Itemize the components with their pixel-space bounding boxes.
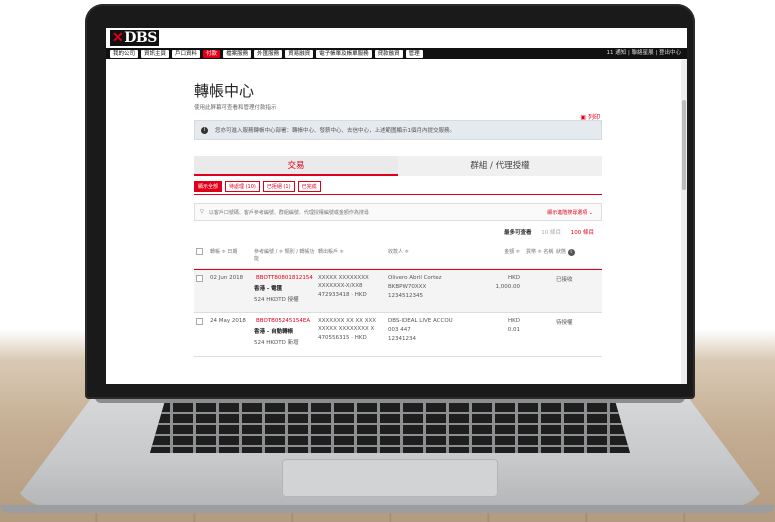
page-size-10[interactable]: 10 條目 (541, 230, 561, 236)
col-currency[interactable]: 貨幣 ≑ 名稱 (524, 248, 554, 268)
menu-item[interactable]: 貸款融資 (374, 49, 403, 58)
scrollbar-thumb[interactable] (682, 100, 686, 190)
menu-item[interactable]: 貿易融資 (285, 49, 314, 58)
subtab-pending[interactable]: 待處理 (10) (225, 181, 260, 192)
search-filter[interactable]: ▽ 以客戶口號碼、客戶參考編號、群組編號、代理授權編號或金額作為搜尋 顯示進階搜… (194, 203, 602, 221)
table-row[interactable]: 02 Jun 2018 BBOTT80801812154 香港 - 電匯 524 HK… (194, 269, 602, 313)
main-menu: 我的公司 資訊主頁 戶口資料 付款 檔案服務 外匯服務 貿易融資 電子帳單及帳單服務 貸款融資管… (106, 48, 687, 59)
row-checkbox[interactable] (196, 275, 203, 282)
page-size-100[interactable]: 100 條目 (571, 230, 594, 236)
info-icon[interactable]: i (567, 249, 575, 256)
menu-item[interactable]: 檔案服務 (223, 49, 252, 58)
menu-item[interactable]: 我的公司 (110, 49, 139, 58)
cell-type: 香港 - 自動轉帳 (254, 329, 294, 335)
col-reference[interactable]: 參考編號 / ≑ 類別 / 轉帳功能 (252, 248, 316, 268)
tab-transactions[interactable]: 交易 (194, 156, 398, 176)
dbs-logo: ✕DBS (110, 30, 159, 46)
reference-link[interactable]: BBOTB05245154EA (254, 318, 316, 324)
menu-item[interactable]: 電子帳單及帳單服務 (316, 49, 372, 58)
subtab-all[interactable]: 顯示全部 (194, 181, 223, 192)
advanced-search-link[interactable]: 顯示進階搜尋選項 ⌄ (547, 209, 593, 216)
cell-type: 香港 - 電匯 (254, 286, 283, 292)
status-badge: 已接收 (556, 277, 573, 283)
page-title: 轉帳中心 (194, 82, 255, 100)
keyboard (150, 403, 630, 453)
col-date[interactable]: 轉帳 ≑ 日期 (208, 248, 252, 268)
menu-item[interactable]: 付款 (203, 49, 221, 58)
search-input[interactable]: 以客戶口號碼、客戶參考編號、群組編號、代理授權編號或金額作為搜尋 (209, 209, 369, 216)
page-subtitle: 使用此屏幕可查看和管理付款指示 (194, 105, 277, 111)
info-text: 您亦可進入服務轉帳中心部署：轉帳中心、發薪中心、去信中心，上述範圍顯示1個月內提… (215, 128, 456, 134)
col-payee[interactable]: 收款人 ≑ (386, 248, 466, 268)
filter-icon: ▽ (200, 209, 204, 215)
main-tabs: 交易 群組 / 代理授權 (194, 156, 602, 176)
menu-item[interactable]: 外匯服務 (254, 49, 283, 58)
printer-icon: ▣ (580, 114, 588, 121)
laptop-screen: ✕DBS 我的公司 資訊主頁 戶口資料 付款 檔案服務 外匯服務 貿易融資 電子帳單及帳單服務… (106, 28, 687, 384)
laptop-front-edge (0, 505, 775, 513)
main-content: 轉帳中心 使用此屏幕可查看和管理付款指示 ▣ 列印 i 您亦可進入服務轉帳中心部… (194, 80, 602, 357)
row-checkbox[interactable] (196, 318, 203, 325)
info-icon: i (201, 126, 208, 134)
col-status: 狀態 i (554, 248, 594, 268)
table-header: 轉帳 ≑ 日期 參考編號 / ≑ 類別 / 轉帳功能 轉出帳戶 ≑ 收款人 ≑ … (194, 245, 602, 269)
trackpad (282, 459, 498, 497)
select-all-checkbox[interactable] (196, 248, 203, 255)
reference-link[interactable]: BBOTT80801812154 (254, 275, 316, 281)
col-from-account[interactable]: 轉出帳戶 ≑ (316, 248, 386, 268)
page-size-selector: 最多可查看 10 條目 100 條目 (503, 230, 594, 236)
scrollbar[interactable] (681, 60, 687, 384)
col-amount[interactable]: 金額 ≑ (466, 248, 524, 268)
chevron-down-icon: ⌄ (588, 209, 593, 216)
menu-item[interactable]: 資訊主頁 (141, 49, 170, 58)
cell-date: 02 Jun 2018 (210, 275, 244, 281)
print-button[interactable]: ▣ 列印 (580, 112, 600, 121)
top-links[interactable]: 11 通知 | 聯絡星展 | 登出中心 (607, 49, 681, 58)
status-filter-tabs: 顯示全部 待處理 (10) 已拒絕 (1) 已完成 (194, 181, 602, 195)
info-banner: i 您亦可進入服務轉帳中心部署：轉帳中心、發薪中心、去信中心，上述範圍顯示1個月… (194, 120, 602, 140)
app-header: ✕DBS (106, 28, 687, 48)
menu-item[interactable]: 戶口資料 (172, 49, 201, 58)
cell-function: 524 HKDTD 新增 (254, 340, 299, 346)
cell-date: 24 May 2018 (210, 318, 246, 324)
subtab-rejected[interactable]: 已拒絕 (1) (262, 181, 295, 192)
subtab-completed[interactable]: 已完成 (297, 181, 321, 192)
table-row[interactable]: 24 May 2018 BBOTB05245154EA 香港 - 自動轉帳 524 H… (194, 313, 602, 357)
cell-function: 524 HKDTD 授權 (254, 297, 299, 303)
status-badge: 待授權 (556, 320, 573, 326)
tab-group-proxy[interactable]: 群組 / 代理授權 (398, 156, 602, 176)
table-body: 02 Jun 2018 BBOTT80801812154 香港 - 電匯 524 HK… (194, 269, 602, 357)
menu-item[interactable]: 管理 (405, 49, 423, 58)
